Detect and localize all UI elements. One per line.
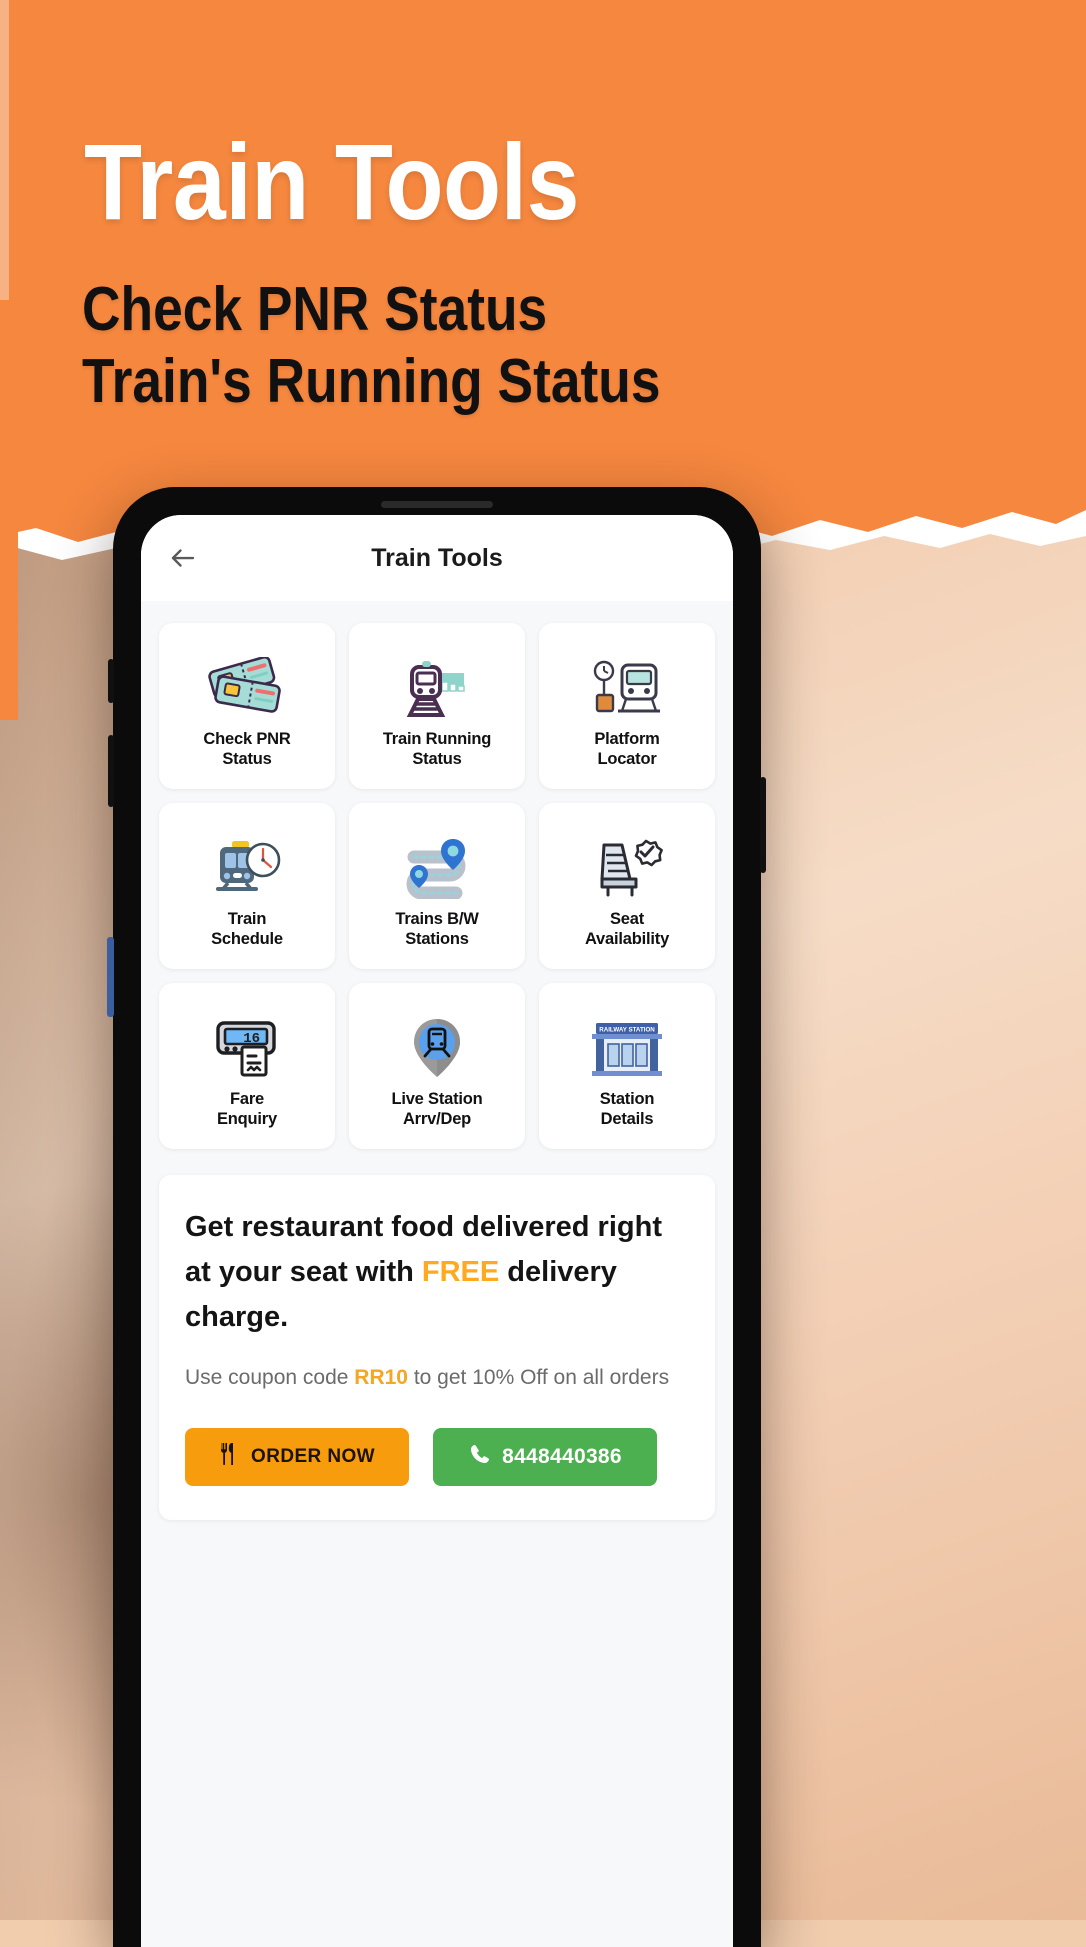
promo-sub-part-1: Use coupon code [185,1365,355,1389]
platform-clock-icon [588,643,666,719]
tool-label-line-1: Live Station [391,1090,483,1109]
tool-label-line-1: Trains B/W [395,910,479,929]
tool-card-train-running-status[interactable]: Train Running Status [349,623,525,789]
tool-grid: Check PNR Status Train Running Status Pl… [141,601,733,1157]
phone-mockup: Train Tools Check PNR Status Train Runni… [107,487,766,1947]
tool-label: Trains B/W Stations [395,910,478,948]
tool-label-line-2: Stations [405,929,469,948]
app-bar: Train Tools [141,515,733,601]
tool-label-line-1: Fare [229,1090,265,1109]
tool-label-line-1: Train [227,910,267,929]
call-button-label: 8448440386 [502,1445,622,1469]
tool-card-live-station-arrv-dep[interactable]: Live Station Arrv/Dep [349,983,525,1149]
train-clock-icon [208,823,286,899]
fare-meter-icon: 16 [208,1003,286,1079]
phone-power-button [760,777,766,873]
back-arrow-icon[interactable] [163,538,203,578]
tool-label-line-2: Locator [597,749,657,768]
phone-side-accent-button [107,937,114,1017]
tool-card-trains-bw-stations[interactable]: Trains B/W Stations [349,803,525,969]
order-now-label: ORDER NOW [251,1446,375,1468]
tool-label-line-2: Status [222,749,272,768]
phone-volume-down-button [108,735,114,807]
tool-card-platform-locator[interactable]: Platform Locator [539,623,715,789]
tool-label: Live Station Arrv/Dep [391,1090,482,1128]
promo-card: Get restaurant food delivered right at y… [159,1175,715,1521]
tool-label-line-2: Availability [584,929,670,948]
tool-card-fare-enquiry[interactable]: 16 Fare Enquiry [159,983,335,1149]
poster-subtitle-line-2: Train's Running Status [82,347,661,416]
tool-label-line-2: Schedule [211,929,283,948]
promo-headline-highlight: FREE [421,1255,500,1288]
call-button[interactable]: 8448440386 [433,1428,657,1487]
phone-volume-up-button [108,659,114,703]
route-pins-icon [398,823,476,900]
tool-card-train-schedule[interactable]: Train Schedule [159,803,335,969]
tool-label-line-1: Station [599,1090,655,1109]
promo-actions: ORDER NOW 8448440386 [185,1428,689,1487]
tool-label-line-2: Arrv/Dep [402,1109,472,1128]
tool-label-line-1: Seat [609,910,645,929]
promo-headline: Get restaurant food delivered right at y… [185,1205,689,1340]
fork-knife-icon [219,1442,241,1472]
svg-text:RAILWAY STATION: RAILWAY STATION [599,1027,655,1034]
order-now-button[interactable]: ORDER NOW [185,1428,409,1487]
tool-label-line-1: Platform [594,730,660,749]
tool-label: Train Schedule [211,910,283,948]
tool-label: Fare Enquiry [217,1090,277,1128]
tool-label-line-2: Enquiry [216,1109,278,1128]
phone-icon [468,1442,492,1472]
poster-subtitle-line-1: Check PNR Status [82,275,548,344]
phone-speaker-notch [381,501,493,508]
promo-subtext: Use coupon code RR10 to get 10% Off on a… [185,1362,689,1395]
tool-label: Station Details [600,1090,655,1128]
tool-label: Train Running Status [382,730,492,768]
station-building-icon: RAILWAY STATION [584,1003,670,1079]
tool-label: Seat Availability [585,910,669,948]
tool-label-line-1: Check PNR [203,730,291,749]
promo-sub-part-2: to get 10% Off on all orders [408,1365,670,1389]
svg-text:16: 16 [243,1031,260,1047]
station-pin-icon [398,1003,476,1079]
tool-label-line-1: Train Running [382,730,492,749]
tool-card-station-details[interactable]: RAILWAY STATION Station Details [539,983,715,1149]
app-title: Train Tools [371,543,503,572]
tool-card-check-pnr-status[interactable]: Check PNR Status [159,623,335,789]
tool-label: Platform Locator [594,730,660,768]
seat-check-icon [588,823,666,899]
left-white-strip [0,0,9,300]
tool-card-seat-availability[interactable]: Seat Availability [539,803,715,969]
poster-orange-panel [0,0,1086,568]
tickets-icon [208,643,286,719]
tool-label-line-2: Status [412,749,462,768]
phone-screen: Train Tools Check PNR Status Train Runni… [141,515,733,1947]
poster-title: Train Tools [84,121,580,242]
tool-label-line-2: Details [600,1109,654,1128]
tool-label: Check PNR Status [203,730,290,768]
promo-coupon-code: RR10 [354,1365,408,1389]
train-speed-icon [398,643,476,719]
